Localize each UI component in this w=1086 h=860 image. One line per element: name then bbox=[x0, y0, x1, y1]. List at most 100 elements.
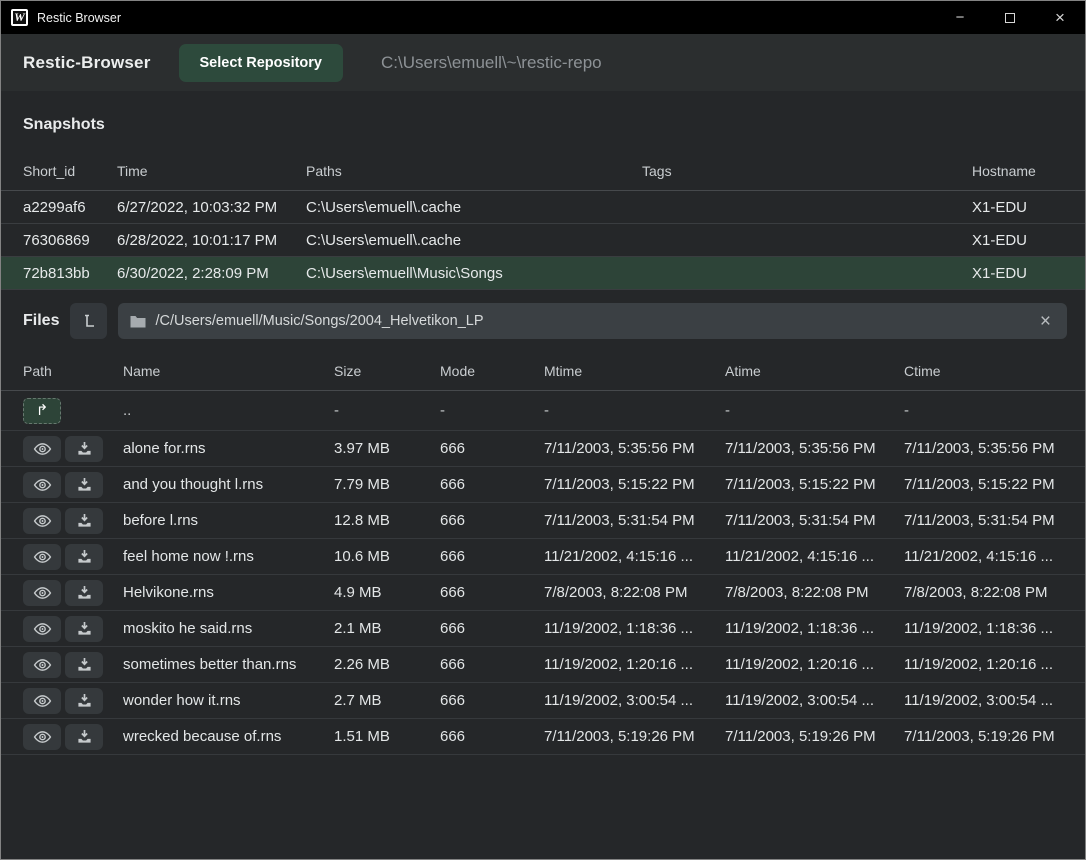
download-file-button[interactable] bbox=[65, 616, 103, 642]
file-name[interactable]: and you thought l.rns bbox=[123, 476, 334, 493]
file-name[interactable]: .. bbox=[123, 402, 334, 419]
maximize-button[interactable] bbox=[985, 1, 1035, 34]
file-name[interactable]: feel home now !.rns bbox=[123, 548, 334, 565]
file-ctime: 11/19/2002, 1:20:16 ... bbox=[904, 656, 1068, 673]
download-file-button[interactable] bbox=[65, 724, 103, 750]
col-mode: Mode bbox=[440, 363, 544, 379]
preview-file-button[interactable] bbox=[23, 544, 61, 570]
download-file-button[interactable] bbox=[65, 436, 103, 462]
file-mtime: 7/11/2003, 5:31:54 PM bbox=[544, 512, 725, 529]
preview-file-button[interactable] bbox=[23, 436, 61, 462]
col-time: Time bbox=[117, 163, 306, 179]
file-mtime: 7/11/2003, 5:35:56 PM bbox=[544, 440, 725, 457]
download-file-button[interactable] bbox=[65, 580, 103, 606]
file-row: Helvikone.rns 4.9 MB 666 7/8/2003, 8:22:… bbox=[1, 575, 1085, 611]
snapshots-heading: Snapshots bbox=[23, 116, 1063, 134]
file-name[interactable]: before l.rns bbox=[123, 512, 334, 529]
file-atime: 7/11/2003, 5:19:26 PM bbox=[725, 728, 904, 745]
file-name[interactable]: alone for.rns bbox=[123, 440, 334, 457]
file-mode: 666 bbox=[440, 728, 544, 745]
col-tags: Tags bbox=[642, 163, 972, 179]
file-ctime: 7/11/2003, 5:15:22 PM bbox=[904, 476, 1068, 493]
app-logo-icon: W bbox=[11, 9, 28, 26]
clear-path-button[interactable]: × bbox=[1036, 312, 1055, 331]
download-icon bbox=[77, 549, 92, 564]
snapshot-row-selected[interactable]: 72b813bb 6/30/2022, 2:28:09 PM C:\Users\… bbox=[1, 257, 1085, 290]
download-file-button[interactable] bbox=[65, 688, 103, 714]
tree-view-toggle-button[interactable] bbox=[70, 303, 107, 339]
download-icon bbox=[77, 585, 92, 600]
download-file-button[interactable] bbox=[65, 544, 103, 570]
file-name[interactable]: wonder how it.rns bbox=[123, 692, 334, 709]
col-paths: Paths bbox=[306, 163, 642, 179]
file-name[interactable]: wrecked because of.rns bbox=[123, 728, 334, 745]
titlebar: W Restic Browser − × bbox=[1, 1, 1085, 34]
snapshot-time: 6/28/2022, 10:01:17 PM bbox=[117, 232, 306, 249]
minimize-icon: − bbox=[956, 9, 965, 26]
col-hostname: Hostname bbox=[972, 163, 1068, 179]
files-toolbar: Files /C/Users/emuell/Music/Songs/2004_H… bbox=[1, 290, 1085, 351]
col-size: Size bbox=[334, 363, 440, 379]
col-path: Path bbox=[23, 363, 123, 379]
col-name: Name bbox=[123, 363, 334, 379]
snapshot-time: 6/30/2022, 2:28:09 PM bbox=[117, 265, 306, 282]
minimize-button[interactable]: − bbox=[935, 1, 985, 34]
download-icon bbox=[77, 513, 92, 528]
parent-arrow-icon: ↱ bbox=[36, 403, 49, 418]
app-name: Restic-Browser bbox=[23, 53, 151, 73]
file-atime: 11/19/2002, 1:20:16 ... bbox=[725, 656, 904, 673]
file-size: 3.97 MB bbox=[334, 440, 440, 457]
col-ctime: Ctime bbox=[904, 363, 1068, 379]
files-path-bar[interactable]: /C/Users/emuell/Music/Songs/2004_Helveti… bbox=[118, 303, 1067, 339]
file-size: 2.7 MB bbox=[334, 692, 440, 709]
file-mode: 666 bbox=[440, 512, 544, 529]
eye-icon bbox=[33, 478, 52, 492]
preview-file-button[interactable] bbox=[23, 724, 61, 750]
file-mode: 666 bbox=[440, 656, 544, 673]
preview-file-button[interactable] bbox=[23, 688, 61, 714]
file-size: - bbox=[334, 402, 440, 419]
file-mtime: 11/21/2002, 4:15:16 ... bbox=[544, 548, 725, 565]
file-mtime: 7/11/2003, 5:15:22 PM bbox=[544, 476, 725, 493]
window-title: Restic Browser bbox=[37, 11, 121, 25]
file-row: wonder how it.rns 2.7 MB 666 11/19/2002,… bbox=[1, 683, 1085, 719]
file-atime: - bbox=[725, 402, 904, 419]
snapshot-row[interactable]: 76306869 6/28/2022, 10:01:17 PM C:\Users… bbox=[1, 224, 1085, 257]
col-atime: Atime bbox=[725, 363, 904, 379]
file-mtime: 11/19/2002, 3:00:54 ... bbox=[544, 692, 725, 709]
download-icon bbox=[77, 729, 92, 744]
file-name[interactable]: moskito he said.rns bbox=[123, 620, 334, 637]
file-name[interactable]: sometimes better than.rns bbox=[123, 656, 334, 673]
file-ctime: 11/19/2002, 3:00:54 ... bbox=[904, 692, 1068, 709]
snapshot-paths: C:\Users\emuell\Music\Songs bbox=[306, 265, 642, 282]
download-file-button[interactable] bbox=[65, 652, 103, 678]
close-button[interactable]: × bbox=[1035, 1, 1085, 34]
snapshot-short-id: a2299af6 bbox=[23, 199, 117, 216]
file-row: alone for.rns 3.97 MB 666 7/11/2003, 5:3… bbox=[1, 431, 1085, 467]
preview-file-button[interactable] bbox=[23, 652, 61, 678]
download-file-button[interactable] bbox=[65, 508, 103, 534]
preview-file-button[interactable] bbox=[23, 472, 61, 498]
preview-file-button[interactable] bbox=[23, 580, 61, 606]
file-row: feel home now !.rns 10.6 MB 666 11/21/20… bbox=[1, 539, 1085, 575]
col-mtime: Mtime bbox=[544, 363, 725, 379]
download-file-button[interactable] bbox=[65, 472, 103, 498]
file-name[interactable]: Helvikone.rns bbox=[123, 584, 334, 601]
preview-file-button[interactable] bbox=[23, 616, 61, 642]
file-row: sometimes better than.rns 2.26 MB 666 11… bbox=[1, 647, 1085, 683]
file-row: before l.rns 12.8 MB 666 7/11/2003, 5:31… bbox=[1, 503, 1085, 539]
go-to-parent-button[interactable]: ↱ bbox=[23, 398, 61, 424]
select-repository-button[interactable]: Select Repository bbox=[179, 44, 344, 82]
download-icon bbox=[77, 477, 92, 492]
snapshot-paths: C:\Users\emuell\.cache bbox=[306, 232, 642, 249]
snapshot-row[interactable]: a2299af6 6/27/2022, 10:03:32 PM C:\Users… bbox=[1, 191, 1085, 224]
snapshot-hostname: X1-EDU bbox=[972, 265, 1068, 282]
parent-directory-row: ↱ .. - - - - - bbox=[1, 391, 1085, 431]
download-icon bbox=[77, 693, 92, 708]
file-mode: 666 bbox=[440, 548, 544, 565]
preview-file-button[interactable] bbox=[23, 508, 61, 534]
file-mtime: 7/8/2003, 8:22:08 PM bbox=[544, 584, 725, 601]
snapshot-time: 6/27/2022, 10:03:32 PM bbox=[117, 199, 306, 216]
file-ctime: 7/11/2003, 5:19:26 PM bbox=[904, 728, 1068, 745]
window-controls: − × bbox=[935, 1, 1085, 34]
